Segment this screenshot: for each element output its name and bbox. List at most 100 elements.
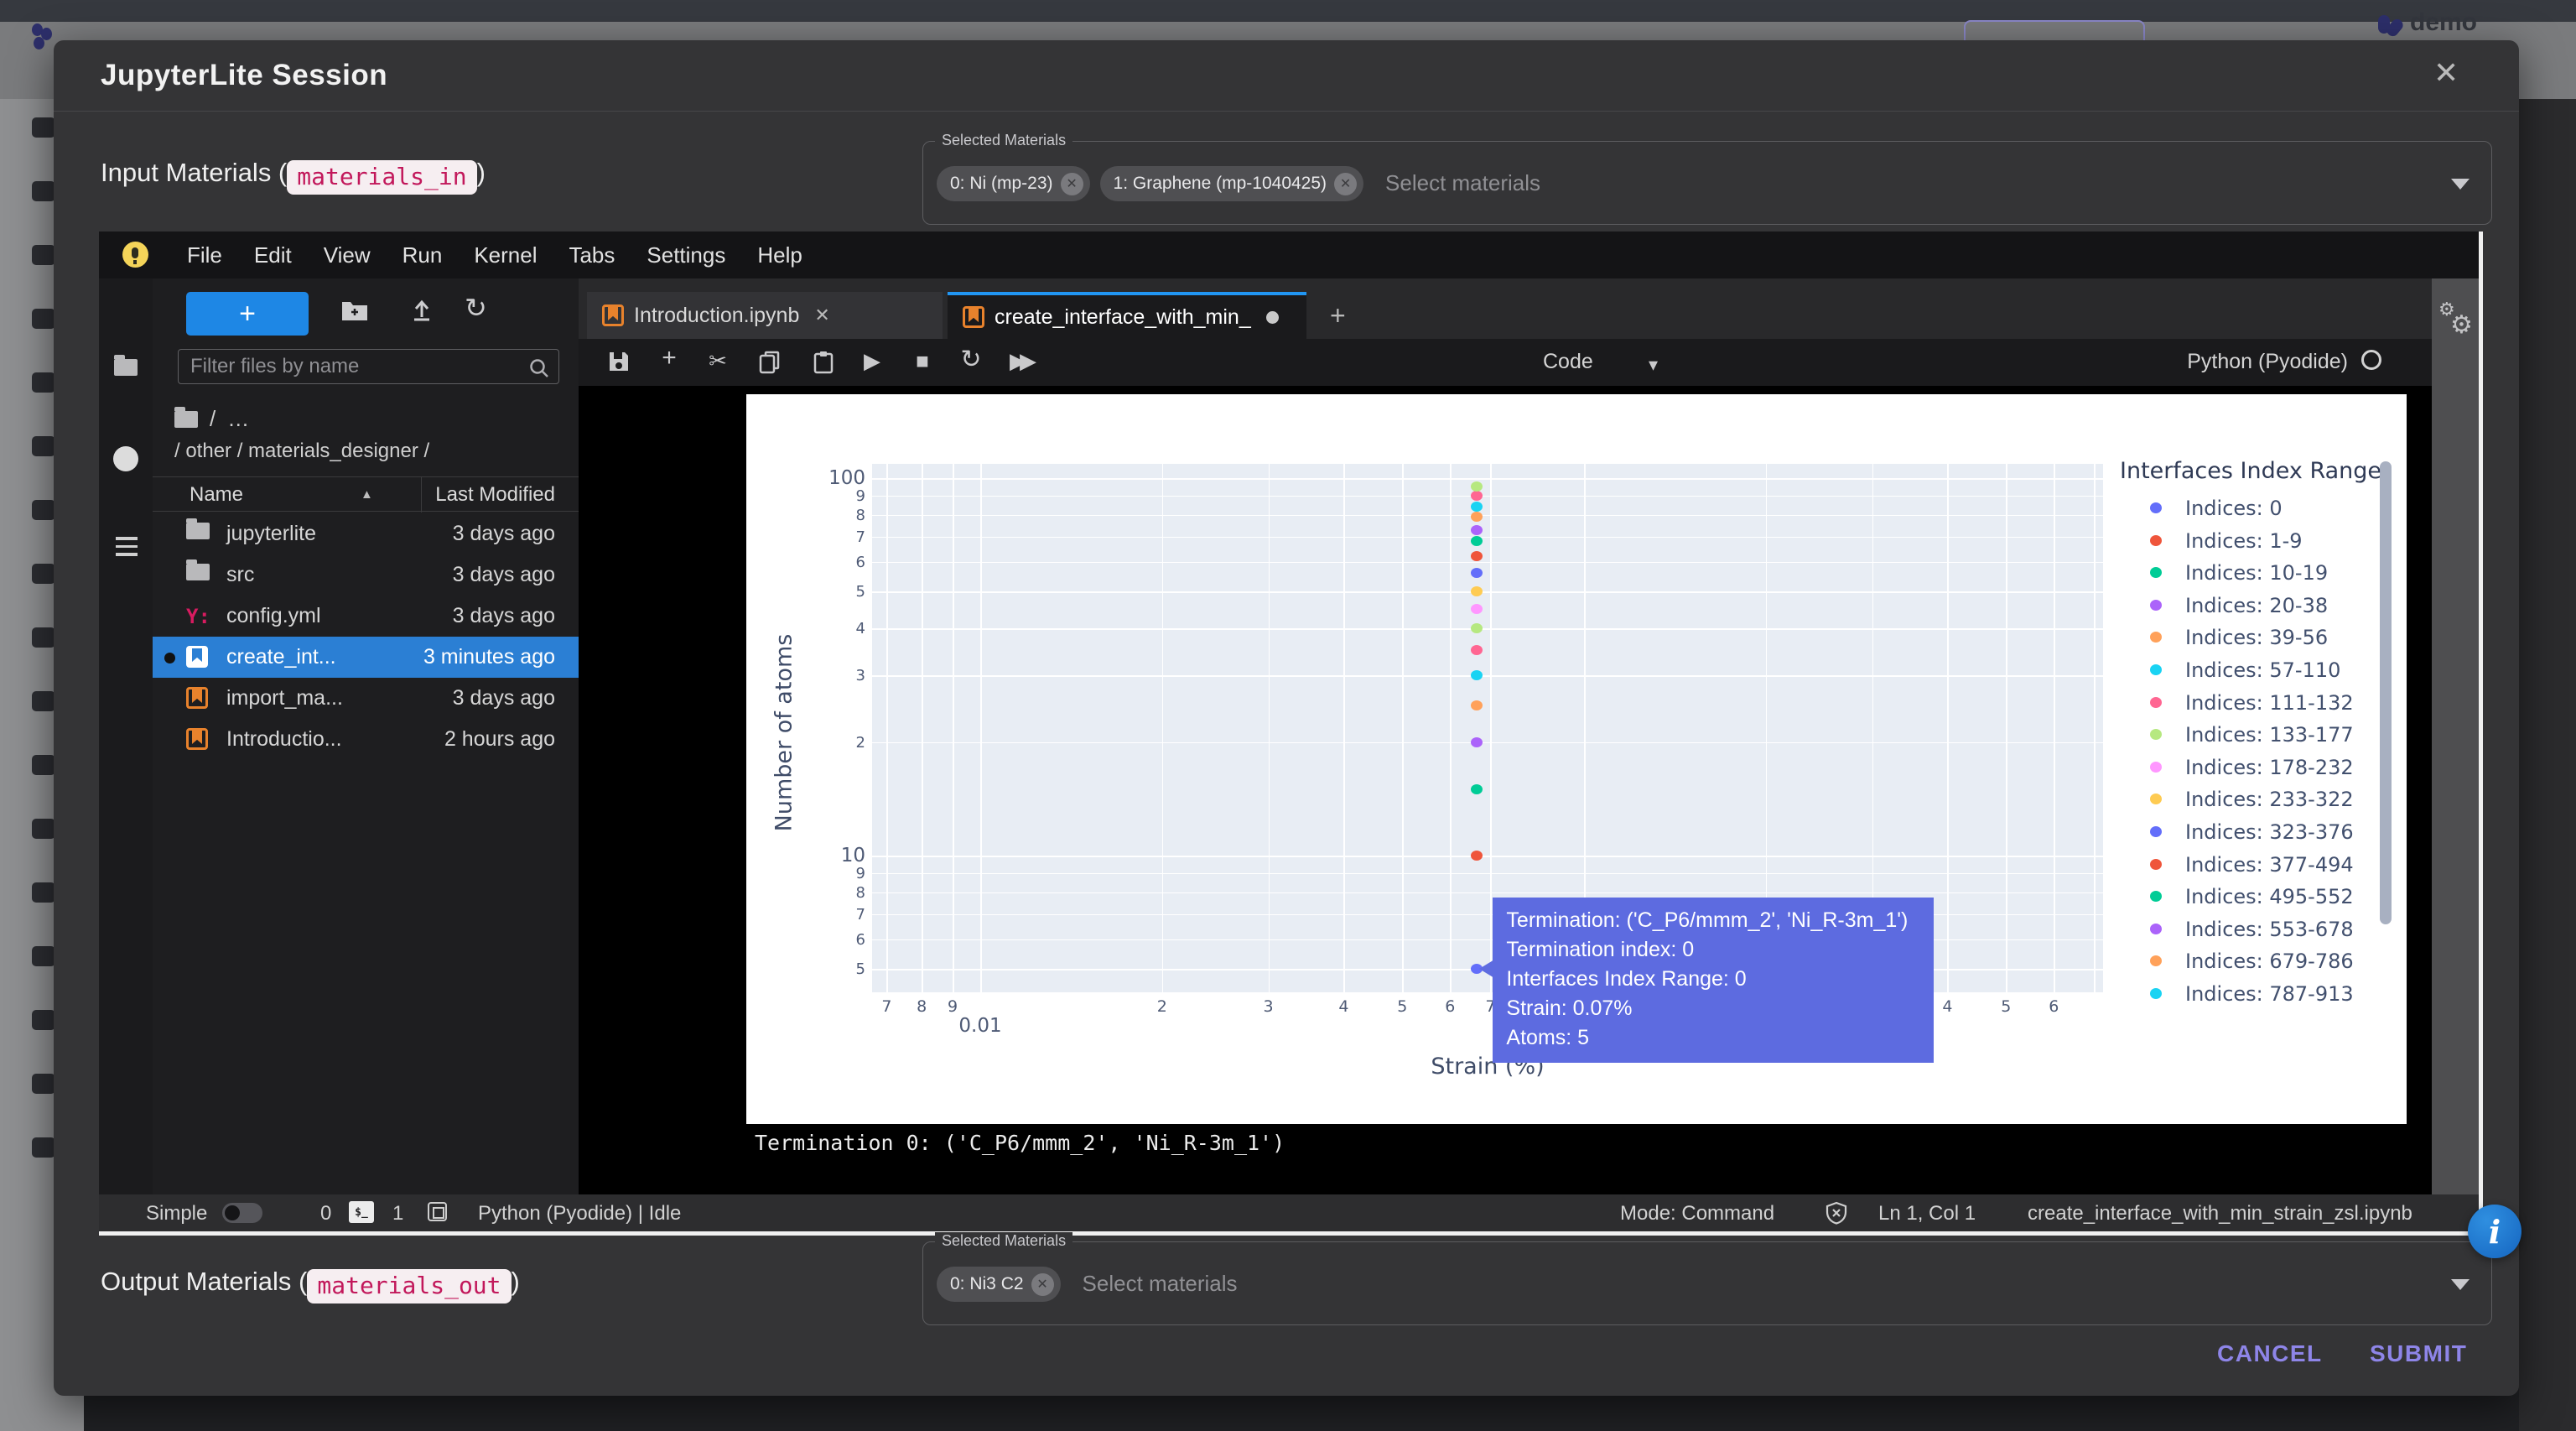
menu-item-tabs[interactable]: Tabs — [553, 242, 631, 268]
file-name[interactable]: src — [226, 563, 254, 587]
active-filename[interactable]: create_interface_with_min_strain_zsl.ipy… — [2028, 1202, 2412, 1225]
legend-item[interactable]: Indices: 10-19 — [2138, 559, 2390, 588]
menu-item-kernel[interactable]: Kernel — [458, 242, 553, 268]
cell-type-dropdown[interactable]: Code — [1543, 350, 1593, 374]
restart-run-all-icon[interactable]: ▶▶ — [1003, 348, 1036, 374]
tab-introduction[interactable]: Introduction.ipynb ✕ — [587, 292, 943, 339]
legend-item[interactable]: Indices: 323-376 — [2138, 819, 2390, 847]
legend-item[interactable]: Indices: 233-322 — [2138, 786, 2390, 814]
stop-kernel-icon[interactable]: ■ — [906, 348, 939, 374]
legend-item[interactable]: Indices: 377-494 — [2138, 851, 2390, 880]
cut-cells-icon[interactable]: ✂ — [701, 348, 735, 374]
file-row-Introductio-[interactable]: Introductio...2 hours ago — [153, 719, 579, 760]
notebook-scrollbar[interactable] — [2380, 461, 2392, 924]
tab-dirty-dot[interactable] — [1266, 311, 1279, 324]
menu-item-help[interactable]: Help — [741, 242, 818, 268]
tab-label[interactable]: Introduction.ipynb — [634, 304, 799, 328]
output-material-chip[interactable]: 0: Ni3 C2✕ — [937, 1267, 1061, 1302]
paste-cells-icon[interactable] — [807, 348, 840, 377]
breadcrumb-root[interactable]: / — [210, 406, 216, 432]
sort-ascending-icon[interactable]: ▲ — [361, 487, 373, 502]
file-row-import-ma-[interactable]: import_ma...3 days ago — [153, 678, 579, 719]
breadcrumb-home-folder-icon[interactable] — [174, 411, 198, 428]
info-button[interactable]: i — [2468, 1205, 2521, 1258]
file-list-header[interactable]: Name ▲ Last Modified — [153, 476, 579, 512]
column-name[interactable]: Name — [190, 483, 243, 507]
kernel-name[interactable]: Python (Pyodide) — [2187, 350, 2348, 374]
simple-mode-toggle[interactable] — [222, 1203, 262, 1223]
file-browser-tab-icon[interactable] — [114, 359, 138, 376]
terminals-count[interactable]: 0 — [320, 1202, 331, 1225]
upload-icon[interactable] — [409, 297, 434, 326]
legend-item[interactable]: Indices: 0 — [2138, 495, 2390, 523]
new-launcher-button[interactable]: + — [186, 292, 309, 336]
menu-item-edit[interactable]: Edit — [238, 242, 308, 268]
chip-delete-icon[interactable]: ✕ — [1031, 1273, 1054, 1296]
tab-close-icon[interactable]: ✕ — [814, 304, 829, 326]
restart-kernel-icon[interactable]: ↻ — [954, 345, 988, 374]
file-row-create-int-[interactable]: create_int...3 minutes ago — [153, 637, 579, 678]
kernel-status-icon[interactable] — [2361, 350, 2381, 370]
filter-files-input[interactable] — [178, 349, 559, 384]
legend-item[interactable]: Indices: 39-56 — [2138, 624, 2390, 653]
chip-delete-icon[interactable]: ✕ — [1334, 173, 1357, 195]
breadcrumb-path[interactable]: / other / materials_designer / — [174, 440, 429, 463]
menu-item-settings[interactable]: Settings — [631, 242, 741, 268]
new-tab-plus-icon[interactable]: + — [1330, 300, 1346, 331]
scatter-point[interactable] — [1471, 525, 1483, 535]
table-of-contents-tab-icon[interactable] — [116, 537, 138, 561]
file-name[interactable]: jupyterlite — [226, 522, 316, 546]
legend-item[interactable]: Indices: 111-132 — [2138, 689, 2390, 718]
copy-cells-icon[interactable] — [753, 348, 787, 377]
column-last-modified[interactable]: Last Modified — [435, 483, 555, 507]
run-cell-icon[interactable]: ▶ — [855, 348, 889, 374]
legend-item[interactable]: Indices: 178-232 — [2138, 754, 2390, 783]
legend-item[interactable]: Indices: 20-38 — [2138, 592, 2390, 621]
legend-item[interactable]: Indices: 1-9 — [2138, 528, 2390, 556]
kernel-status-text[interactable]: Python (Pyodide) | Idle — [478, 1202, 681, 1225]
file-row-config-yml[interactable]: Y:config.yml3 days ago — [153, 596, 579, 637]
legend-item[interactable]: Indices: 495-552 — [2138, 883, 2390, 912]
file-name[interactable]: create_int... — [226, 645, 336, 669]
input-select-chevron-down-icon[interactable] — [2451, 179, 2470, 190]
breadcrumb-ellipsis[interactable]: … — [227, 406, 249, 432]
legend-item[interactable]: Indices: 133-177 — [2138, 721, 2390, 750]
refresh-icon[interactable]: ↻ — [465, 292, 487, 324]
legend-item[interactable]: Indices: 787-913 — [2138, 981, 2390, 1009]
output-select-placeholder[interactable]: Select materials — [1083, 1271, 1238, 1297]
breadcrumb[interactable]: / … — [174, 406, 249, 432]
scatter-point[interactable] — [1471, 737, 1483, 747]
input-material-chip[interactable]: 0: Ni (mp-23)✕ — [937, 166, 1090, 201]
file-name[interactable]: config.yml — [226, 604, 321, 628]
input-select-placeholder[interactable]: Select materials — [1385, 170, 1540, 196]
output-materials-select[interactable]: Selected Materials 0: Ni3 C2✕ Select mat… — [922, 1241, 2492, 1325]
menu-item-view[interactable]: View — [308, 242, 387, 268]
cancel-button[interactable]: CANCEL — [2217, 1340, 2323, 1367]
cursor-position[interactable]: Ln 1, Col 1 — [1878, 1202, 1976, 1225]
output-select-chevron-down-icon[interactable] — [2451, 1279, 2470, 1290]
menu-item-file[interactable]: File — [171, 242, 238, 268]
mode-indicator[interactable]: Mode: Command — [1620, 1202, 1774, 1225]
save-icon[interactable] — [602, 348, 636, 375]
file-name[interactable]: Introductio... — [226, 727, 342, 752]
menu-item-run[interactable]: Run — [387, 242, 459, 268]
file-name[interactable]: import_ma... — [226, 686, 343, 710]
modal-close-icon[interactable]: ✕ — [2433, 55, 2459, 91]
file-row-src[interactable]: src3 days ago — [153, 554, 579, 596]
running-kernels-tab-icon[interactable] — [113, 446, 138, 471]
scatter-point[interactable] — [1471, 491, 1483, 501]
chip-delete-icon[interactable]: ✕ — [1061, 173, 1083, 195]
insert-cell-icon[interactable]: + — [652, 344, 686, 372]
legend-item[interactable]: Indices: 57-110 — [2138, 657, 2390, 685]
tab-label[interactable]: create_interface_with_min_ — [995, 305, 1251, 330]
tab-create-interface[interactable]: create_interface_with_min_ — [948, 292, 1306, 339]
input-materials-select[interactable]: Selected Materials 0: Ni (mp-23)✕1: Grap… — [922, 141, 2492, 225]
submit-button[interactable]: SUBMIT — [2370, 1340, 2467, 1367]
legend-item[interactable]: Indices: 553-678 — [2138, 916, 2390, 944]
input-material-chip[interactable]: 1: Graphene (mp-1040425)✕ — [1100, 166, 1364, 201]
cell-type-chevron-down-icon[interactable]: ▾ — [1649, 354, 1658, 376]
kernels-count[interactable]: 1 — [392, 1202, 403, 1225]
legend-item[interactable]: Indices: 679-786 — [2138, 948, 2390, 976]
file-row-jupyterlite[interactable]: jupyterlite3 days ago — [153, 513, 579, 554]
trust-shield-icon[interactable] — [1825, 1201, 1848, 1225]
